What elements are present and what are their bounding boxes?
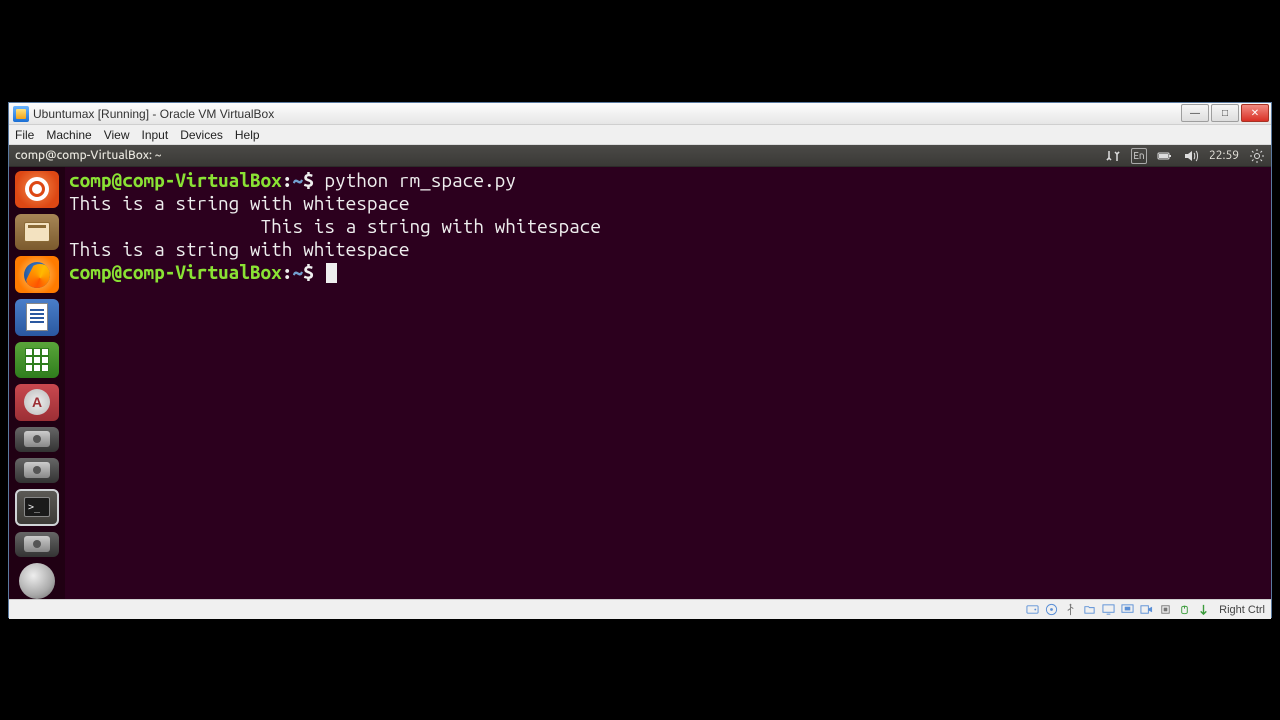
- launcher-firefox[interactable]: [15, 256, 59, 293]
- terminal-body[interactable]: comp@comp-VirtualBox:~$ python rm_space.…: [65, 167, 1271, 599]
- status-shared-folder-icon[interactable]: [1082, 602, 1097, 617]
- files-icon: [24, 222, 50, 242]
- document-icon: [26, 303, 48, 331]
- terminal-window-title: comp@comp-VirtualBox: ~: [15, 149, 162, 162]
- launcher-dash[interactable]: [15, 171, 59, 208]
- close-button[interactable]: ✕: [1241, 104, 1269, 122]
- status-harddisk-icon[interactable]: [1025, 602, 1040, 617]
- window-titlebar[interactable]: Ubuntumax [Running] - Oracle VM VirtualB…: [9, 103, 1271, 125]
- maximize-button[interactable]: □: [1211, 104, 1239, 122]
- prompt-path: ~: [292, 169, 303, 191]
- virtualbox-icon: [13, 106, 29, 122]
- menu-view[interactable]: View: [104, 128, 130, 142]
- menu-input[interactable]: Input: [142, 128, 169, 142]
- disk-icon: [24, 431, 50, 447]
- guest-display: A >_ comp@comp-VirtualBox:~$ python rm_s…: [9, 167, 1271, 599]
- status-display2-icon[interactable]: [1120, 602, 1135, 617]
- status-cpu-icon[interactable]: [1158, 602, 1173, 617]
- terminal-output-line: This is a string with whitespace: [69, 192, 409, 214]
- indicator-area: En 22:59: [1105, 148, 1265, 164]
- virtualbox-window: Ubuntumax [Running] - Oracle VM VirtualB…: [8, 102, 1272, 618]
- status-recording-icon[interactable]: [1139, 602, 1154, 617]
- window-title: Ubuntumax [Running] - Oracle VM VirtualB…: [33, 107, 274, 121]
- menu-file[interactable]: File: [15, 128, 34, 142]
- launcher-software[interactable]: A: [15, 384, 59, 421]
- menu-bar: File Machine View Input Devices Help: [9, 125, 1271, 145]
- battery-icon[interactable]: [1157, 148, 1173, 164]
- ubuntu-logo-icon: [25, 177, 49, 201]
- launcher-disk-3[interactable]: [15, 532, 59, 557]
- disk-icon: [24, 462, 50, 478]
- host-key-label: Right Ctrl: [1219, 604, 1265, 616]
- launcher-disk-1[interactable]: [15, 427, 59, 452]
- firefox-icon: [24, 262, 50, 288]
- menu-machine[interactable]: Machine: [46, 128, 91, 142]
- network-icon[interactable]: [1105, 148, 1121, 164]
- launcher-files[interactable]: [15, 214, 59, 251]
- terminal-cursor: [326, 263, 337, 283]
- terminal-output-line: This is a string with whitespace: [69, 238, 409, 260]
- virtualbox-status-bar: Right Ctrl: [9, 599, 1271, 619]
- terminal-command: python rm_space.py: [324, 169, 516, 191]
- prompt-user: comp@comp-VirtualBox: [69, 169, 282, 191]
- launcher-calc[interactable]: [15, 342, 59, 379]
- launcher-disk-2[interactable]: [15, 458, 59, 483]
- spreadsheet-icon: [25, 348, 49, 372]
- language-indicator[interactable]: En: [1131, 148, 1147, 164]
- ubuntu-top-panel: comp@comp-VirtualBox: ~ En 22:59: [9, 145, 1271, 167]
- unity-launcher: A >_: [9, 167, 65, 599]
- launcher-terminal[interactable]: >_: [15, 489, 59, 526]
- menu-devices[interactable]: Devices: [180, 128, 223, 142]
- status-key-icon[interactable]: [1196, 602, 1211, 617]
- status-optical-icon[interactable]: [1044, 602, 1059, 617]
- launcher-drive[interactable]: [15, 563, 59, 599]
- prompt-path: ~: [292, 261, 303, 283]
- clock[interactable]: 22:59: [1209, 149, 1239, 162]
- software-icon: A: [24, 389, 50, 415]
- disk-icon: [24, 536, 50, 552]
- terminal-icon: >_: [24, 497, 50, 517]
- menu-help[interactable]: Help: [235, 128, 260, 142]
- optical-drive-icon: [19, 563, 55, 599]
- launcher-writer[interactable]: [15, 299, 59, 336]
- volume-icon[interactable]: [1183, 148, 1199, 164]
- status-mouse-icon[interactable]: [1177, 602, 1192, 617]
- prompt-user: comp@comp-VirtualBox: [69, 261, 282, 283]
- status-usb-icon[interactable]: [1063, 602, 1078, 617]
- settings-gear-icon[interactable]: [1249, 148, 1265, 164]
- status-display-icon[interactable]: [1101, 602, 1116, 617]
- terminal-output-line: This is a string with whitespace: [69, 215, 601, 237]
- minimize-button[interactable]: —: [1181, 104, 1209, 122]
